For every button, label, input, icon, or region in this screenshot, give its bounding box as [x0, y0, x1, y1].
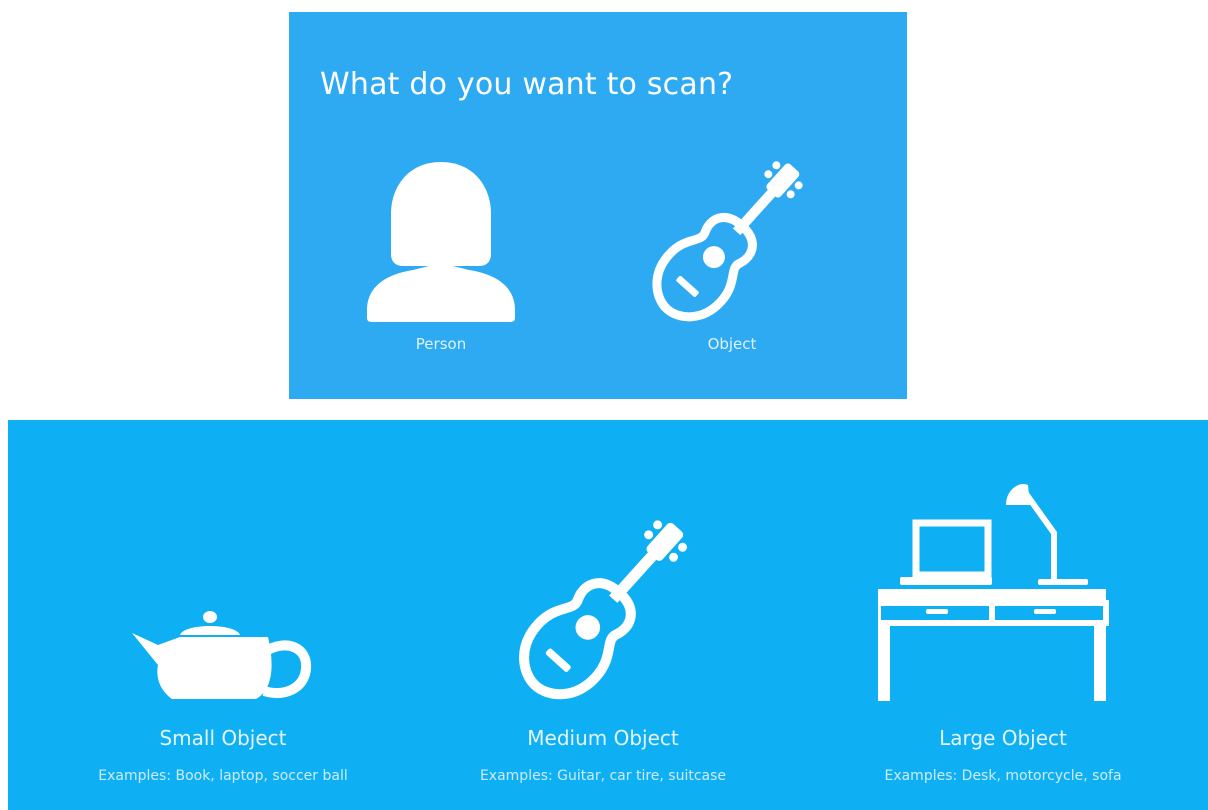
scan-type-panel: What do you want to scan? Person Object — [289, 12, 907, 399]
desk-icon — [878, 483, 1109, 701]
panel-title: What do you want to scan? — [320, 67, 734, 102]
guitar-icon — [652, 161, 803, 322]
small-object-card[interactable]: Small Object Examples: Book, laptop, soc… — [28, 420, 418, 810]
page: What do you want to scan? Person Object … — [0, 0, 1208, 810]
large-object-title: Large Object — [939, 726, 1067, 750]
large-object-examples: Examples: Desk, motorcycle, sofa — [884, 768, 1122, 784]
person-label: Person — [415, 335, 467, 353]
person-icon — [367, 162, 515, 322]
object-size-panel: Small Object Examples: Book, laptop, soc… — [8, 420, 1208, 810]
object-label: Object — [707, 335, 757, 353]
small-object-examples: Examples: Book, laptop, soccer ball — [98, 768, 348, 784]
object-option[interactable]: Object — [647, 152, 817, 367]
guitar-icon — [519, 520, 688, 700]
medium-object-card[interactable]: Medium Object Examples: Guitar, car tire… — [408, 420, 798, 810]
medium-object-title: Medium Object — [527, 726, 679, 750]
medium-object-examples: Examples: Guitar, car tire, suitcase — [479, 768, 727, 784]
small-object-title: Small Object — [159, 726, 287, 750]
large-object-card[interactable]: Large Object Examples: Desk, motorcycle,… — [808, 420, 1198, 810]
person-option[interactable]: Person — [361, 152, 521, 367]
teapot-icon — [132, 611, 312, 699]
